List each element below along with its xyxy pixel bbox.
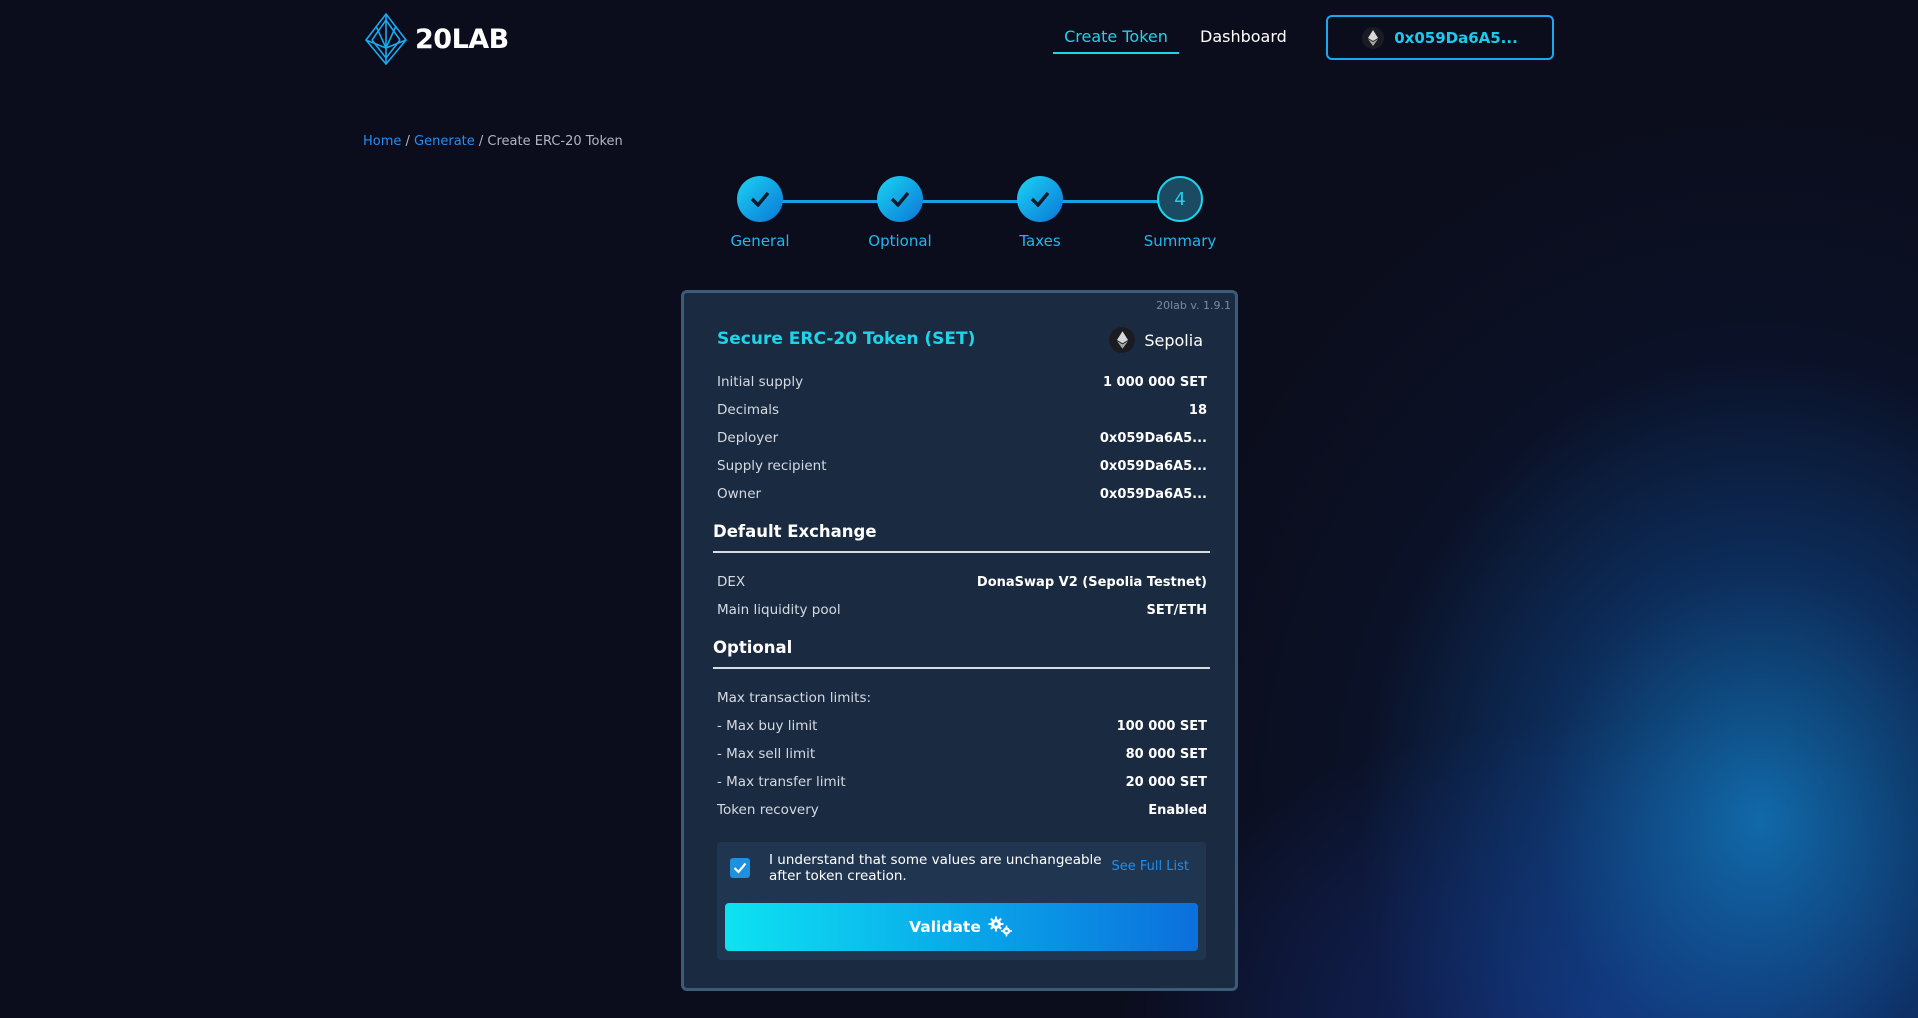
network-name: Sepolia: [1144, 330, 1203, 350]
summary-row: Initial supply 1 000 000 SET: [717, 371, 1207, 393]
step-number: 4: [1157, 176, 1203, 222]
summary-row: Supply recipient 0x059Da6A5...: [717, 455, 1207, 477]
summary-row: DEX DonaSwap V2 (Sepolia Testnet): [717, 571, 1207, 593]
ethereum-icon: [1109, 327, 1136, 353]
nav-dashboard[interactable]: Dashboard: [1200, 24, 1287, 52]
summary-row: Decimals 18: [717, 399, 1207, 421]
breadcrumb-home[interactable]: Home: [363, 134, 401, 149]
version-label: 20lab v. 1.9.1: [1156, 299, 1231, 312]
logo-diamond-icon: [363, 12, 409, 66]
confirm-checkbox[interactable]: [730, 858, 750, 878]
row-value: 0x059Da6A5...: [1099, 430, 1207, 446]
row-value: 80 000 SET: [1125, 746, 1207, 762]
check-icon: [737, 176, 783, 222]
progress-stepper: General Optional Taxes 4 Summary: [700, 176, 1220, 256]
breadcrumb-generate[interactable]: Generate: [414, 134, 475, 149]
breadcrumb-separator: /: [401, 134, 415, 149]
confirm-text: I understand that some values are unchan…: [769, 852, 1102, 884]
row-label: Initial supply: [717, 374, 804, 390]
ethereum-icon: [1362, 26, 1385, 49]
row-label: Deployer: [717, 430, 779, 446]
see-full-list-link[interactable]: See Full List: [1112, 859, 1189, 874]
logo[interactable]: 20LAB: [363, 12, 509, 66]
breadcrumb-current: Create ERC-20 Token: [487, 134, 623, 149]
section-heading-optional: Optional: [713, 638, 1210, 669]
row-value: SET/ETH: [1146, 602, 1208, 618]
row-value: 1 000 000 SET: [1102, 374, 1207, 390]
token-title: Secure ERC-20 Token (SET): [717, 329, 976, 349]
row-label: Decimals: [717, 402, 780, 418]
header: 20LAB Create Token Dashboard 0x059Da6A5.…: [0, 0, 1918, 78]
row-value: 100 000 SET: [1116, 718, 1207, 734]
breadcrumb-separator: /: [474, 134, 488, 149]
row-value: 0x059Da6A5...: [1099, 458, 1207, 474]
step-label: Summary: [1143, 232, 1217, 250]
row-label: Max transaction limits:: [717, 690, 872, 706]
row-label: Token recovery: [717, 802, 819, 818]
step-optional[interactable]: Optional: [840, 176, 960, 250]
row-value: 18: [1188, 402, 1207, 418]
wallet-button[interactable]: 0x059Da6A5...: [1326, 15, 1554, 60]
nav-create-token[interactable]: Create Token: [1053, 24, 1179, 54]
step-label: Optional: [868, 232, 932, 250]
row-value: Enabled: [1148, 802, 1207, 818]
row-label: - Max transfer limit: [717, 774, 846, 790]
confirmation-box: I understand that some values are unchan…: [717, 842, 1206, 960]
row-label: Main liquidity pool: [717, 602, 841, 618]
network-indicator: Sepolia: [1109, 327, 1203, 353]
summary-row: - Max sell limit 80 000 SET: [717, 743, 1207, 765]
section-heading-exchange: Default Exchange: [713, 522, 1210, 553]
cogs-icon: [988, 916, 1014, 938]
check-icon: [1017, 176, 1063, 222]
step-taxes[interactable]: Taxes: [980, 176, 1100, 250]
breadcrumb: Home / Generate / Create ERC-20 Token: [363, 134, 623, 149]
summary-row: Max transaction limits:: [717, 687, 1207, 709]
check-icon: [877, 176, 923, 222]
summary-row: Owner 0x059Da6A5...: [717, 483, 1207, 505]
step-label: General: [730, 232, 790, 250]
row-label: Supply recipient: [717, 458, 827, 474]
wallet-address: 0x059Da6A5...: [1394, 28, 1518, 47]
summary-row: Token recovery Enabled: [717, 799, 1207, 821]
row-value: 20 000 SET: [1125, 774, 1207, 790]
summary-row: Deployer 0x059Da6A5...: [717, 427, 1207, 449]
summary-card: 20lab v. 1.9.1 Secure ERC-20 Token (SET)…: [681, 290, 1238, 991]
validate-button[interactable]: Validate: [725, 903, 1198, 951]
row-label: Owner: [717, 486, 762, 502]
step-summary[interactable]: 4 Summary: [1120, 176, 1240, 250]
row-value: 0x059Da6A5...: [1099, 486, 1207, 502]
summary-row: - Max buy limit 100 000 SET: [717, 715, 1207, 737]
row-label: DEX: [717, 574, 746, 590]
step-label: Taxes: [1019, 232, 1061, 250]
row-label: - Max sell limit: [717, 746, 816, 762]
row-label: - Max buy limit: [717, 718, 818, 734]
step-general[interactable]: General: [700, 176, 820, 250]
validate-label: Validate: [909, 918, 981, 936]
summary-row: - Max transfer limit 20 000 SET: [717, 771, 1207, 793]
logo-text: 20LAB: [415, 23, 509, 55]
stepper-progress-line: [760, 200, 1180, 203]
summary-row: Main liquidity pool SET/ETH: [717, 599, 1207, 621]
row-value: DonaSwap V2 (Sepolia Testnet): [976, 574, 1207, 590]
